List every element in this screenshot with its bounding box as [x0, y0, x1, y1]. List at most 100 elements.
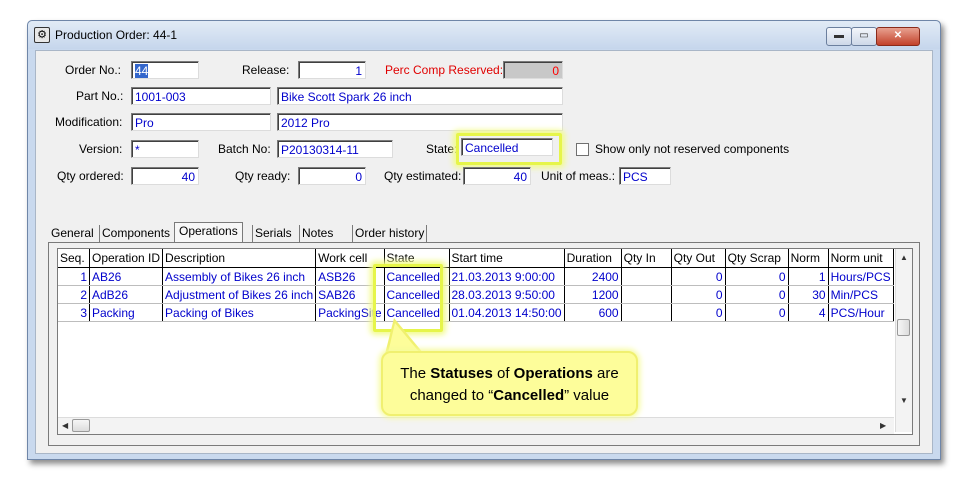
- qty-ready-field[interactable]: 0: [298, 167, 366, 185]
- cell-description[interactable]: Assembly of Bikes 26 inch: [162, 267, 317, 286]
- callout-text-1: The: [400, 365, 431, 382]
- unit-of-meas-field[interactable]: PCS: [619, 167, 671, 185]
- table-row[interactable]: 3 Packing Packing of Bikes PackingSite C…: [58, 303, 894, 322]
- cell-norm[interactable]: 4: [788, 303, 829, 322]
- cell-qty-out[interactable]: 0: [671, 267, 726, 286]
- qty-estimated-field[interactable]: 40: [463, 167, 531, 185]
- part-no-label: Part No.:: [76, 89, 124, 103]
- callout-text-2: of: [492, 365, 514, 382]
- col-header-qty-in[interactable]: Qty In: [621, 249, 672, 268]
- cell-qty-in[interactable]: [621, 267, 672, 286]
- cell-qty-in[interactable]: [621, 303, 672, 322]
- cell-qty-out[interactable]: 0: [671, 285, 726, 304]
- cell-operation-id[interactable]: AdB26: [89, 285, 164, 304]
- cell-norm[interactable]: 30: [788, 285, 829, 304]
- release-label: Release:: [242, 63, 290, 77]
- cell-duration[interactable]: 600: [564, 303, 622, 322]
- col-header-seq[interactable]: Seq.: [58, 249, 90, 268]
- callout-text-statuses: Statuses: [430, 365, 493, 382]
- close-button[interactable]: ✕: [876, 27, 920, 46]
- scroll-right-arrow-icon[interactable]: ▶: [880, 421, 886, 430]
- cell-description[interactable]: Adjustment of Bikes 26 inch: [162, 285, 317, 304]
- callout-text-operations: Operations: [513, 365, 593, 382]
- show-only-not-reserved-label: Show only not reserved components: [595, 142, 790, 156]
- col-header-norm-unit[interactable]: Norm unit: [828, 249, 894, 268]
- title-bar[interactable]: ⚙ Production Order: 44-1 ▬ ▭ ✕: [28, 21, 940, 49]
- qty-estimated-label: Qty estimated:: [384, 169, 462, 183]
- cell-duration[interactable]: 2400: [564, 267, 622, 286]
- window-title: Production Order: 44-1: [55, 28, 178, 42]
- cell-qty-out[interactable]: 0: [671, 303, 726, 322]
- col-header-duration[interactable]: Duration: [564, 249, 622, 268]
- col-header-qty-scrap[interactable]: Qty Scrap: [725, 249, 789, 268]
- batch-no-label: Batch No:: [218, 142, 271, 156]
- tab-operations[interactable]: Operations: [174, 222, 243, 243]
- release-field[interactable]: 1: [298, 61, 366, 79]
- show-only-not-reserved-checkbox[interactable]: [576, 143, 589, 156]
- vertical-scrollbar[interactable]: ▲ ▼: [895, 249, 912, 432]
- cell-norm[interactable]: 1: [788, 267, 829, 286]
- qty-ready-label: Qty ready:: [235, 169, 291, 183]
- state-label: State:: [426, 142, 458, 156]
- unit-of-meas-label: Unit of meas.:: [541, 169, 616, 183]
- tab-components[interactable]: Components: [99, 225, 172, 242]
- cell-qty-scrap[interactable]: 0: [725, 303, 789, 322]
- part-no-field[interactable]: 1001-003: [131, 87, 271, 105]
- callout-text-cancelled: Cancelled: [493, 387, 565, 404]
- maximize-button[interactable]: ▭: [851, 27, 877, 46]
- cell-start-time[interactable]: 28.03.2013 9:50:00: [449, 285, 565, 304]
- cell-operation-id[interactable]: Packing: [89, 303, 164, 322]
- batch-no-field[interactable]: P20130314-11: [277, 140, 393, 158]
- annotation-callout: The Statuses of Operations are changed t…: [381, 351, 638, 416]
- qty-ordered-field[interactable]: 40: [131, 167, 199, 185]
- horizontal-scroll-thumb[interactable]: [72, 419, 90, 432]
- vertical-scroll-thumb[interactable]: [897, 319, 910, 336]
- operations-header-row: Seq. Operation ID Description Work cell …: [58, 249, 894, 268]
- table-row[interactable]: 1 AB26 Assembly of Bikes 26 inch ASB26 C…: [58, 267, 894, 286]
- tab-notes[interactable]: Notes: [299, 225, 335, 242]
- cell-qty-scrap[interactable]: 0: [725, 267, 789, 286]
- app-gear-icon: ⚙: [34, 27, 50, 43]
- cell-operation-id[interactable]: AB26: [89, 267, 164, 286]
- modification-field[interactable]: Pro: [131, 113, 271, 131]
- cell-start-time[interactable]: 01.04.2013 14:50:00: [449, 303, 565, 322]
- col-header-description[interactable]: Description: [162, 249, 317, 268]
- modification-description-field[interactable]: 2012 Pro: [277, 113, 563, 131]
- order-no-label: Order No.:: [65, 63, 122, 77]
- horizontal-scrollbar[interactable]: ◀ ▶: [58, 417, 894, 434]
- scroll-down-arrow-icon[interactable]: ▼: [900, 396, 908, 405]
- cell-qty-in[interactable]: [621, 285, 672, 304]
- order-no-field[interactable]: 44: [131, 61, 199, 79]
- cell-seq[interactable]: 3: [58, 303, 90, 322]
- perc-comp-reserved-field: 0: [503, 61, 563, 79]
- scroll-up-arrow-icon[interactable]: ▲: [900, 253, 908, 262]
- cell-norm-unit[interactable]: Min/PCS: [828, 285, 894, 304]
- part-description-field[interactable]: Bike Scott Spark 26 inch: [277, 87, 563, 105]
- col-header-norm[interactable]: Norm: [788, 249, 829, 268]
- scroll-left-arrow-icon[interactable]: ◀: [62, 421, 68, 430]
- tab-order-history[interactable]: Order history: [352, 225, 428, 242]
- qty-ordered-label: Qty ordered:: [57, 169, 124, 183]
- cell-norm-unit[interactable]: Hours/PCS: [828, 267, 894, 286]
- col-header-qty-out[interactable]: Qty Out: [671, 249, 726, 268]
- cell-norm-unit[interactable]: PCS/Hour: [828, 303, 894, 322]
- callout-pointer-inner: [388, 323, 420, 353]
- tab-serials[interactable]: Serials: [252, 225, 294, 242]
- table-row[interactable]: 2 AdB26 Adjustment of Bikes 26 inch SAB2…: [58, 285, 894, 304]
- callout-text-4: ” value: [564, 387, 610, 404]
- perc-comp-reserved-label: Perc Comp Reserved:: [385, 63, 504, 77]
- cell-seq[interactable]: 1: [58, 267, 90, 286]
- minimize-button[interactable]: ▬: [826, 27, 852, 46]
- cell-start-time[interactable]: 21.03.2013 9:00:00: [449, 267, 565, 286]
- cell-description[interactable]: Packing of Bikes: [162, 303, 317, 322]
- cell-qty-scrap[interactable]: 0: [725, 285, 789, 304]
- cell-seq[interactable]: 2: [58, 285, 90, 304]
- version-field[interactable]: *: [131, 140, 199, 158]
- version-label: Version:: [79, 142, 123, 156]
- state-field[interactable]: Cancelled: [461, 138, 553, 156]
- modification-label: Modification:: [55, 115, 123, 129]
- cell-duration[interactable]: 1200: [564, 285, 622, 304]
- col-header-operation-id[interactable]: Operation ID: [89, 249, 164, 268]
- col-header-start-time[interactable]: Start time: [449, 249, 565, 268]
- tab-general[interactable]: General: [49, 225, 96, 242]
